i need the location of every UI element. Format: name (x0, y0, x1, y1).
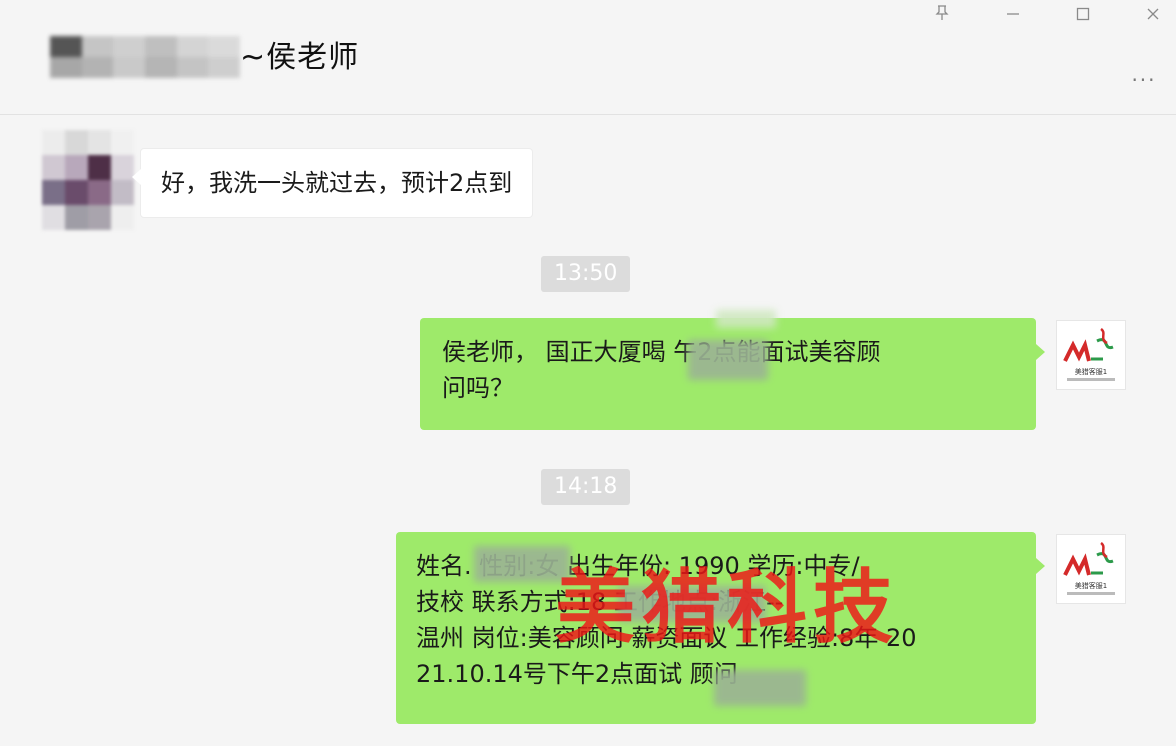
more-options-button[interactable]: ... (1124, 62, 1164, 86)
message-text: 好，我洗一头就过去，预计2点到 (161, 169, 513, 197)
close-icon[interactable] (1139, 4, 1167, 28)
chat-title: ~侯老师 (240, 40, 360, 75)
redaction-blur (474, 546, 570, 582)
outgoing-message: 侯老师， 国正大厦喝 午2点能面试美容顾 问吗？ (420, 310, 1045, 430)
incoming-message: 好，我洗一头就过去，预计2点到 (132, 148, 534, 218)
logo-caption: 美猎客服1 (1075, 581, 1107, 590)
timestamp: 13:50 (541, 256, 631, 292)
blurred-contact-name (50, 36, 240, 78)
user-avatar[interactable]: 美猎客服1 (1056, 320, 1126, 390)
contact-avatar[interactable] (42, 130, 134, 230)
redaction-blur (688, 340, 768, 380)
logo-caption: 美猎客服1 (1075, 367, 1107, 376)
outgoing-message: 姓名. 性别:女 出生年份: 1990 学历:中专/ 技校 联系方式:18 工作… (396, 532, 1045, 724)
chat-header: ~侯老师 ... (0, 0, 1176, 115)
redaction-blur (618, 586, 766, 622)
user-avatar[interactable]: 美猎客服1 (1056, 534, 1126, 604)
pin-icon[interactable] (928, 4, 956, 28)
redaction-blur (714, 670, 806, 706)
maximize-icon[interactable] (1069, 4, 1097, 28)
message-line: 温州 岗位:美容顾问 薪资面议 工作经验:8年 20 (416, 624, 917, 652)
minimize-icon[interactable] (999, 4, 1027, 28)
redaction-blur (716, 310, 776, 328)
timestamp: 14:18 (541, 469, 631, 505)
